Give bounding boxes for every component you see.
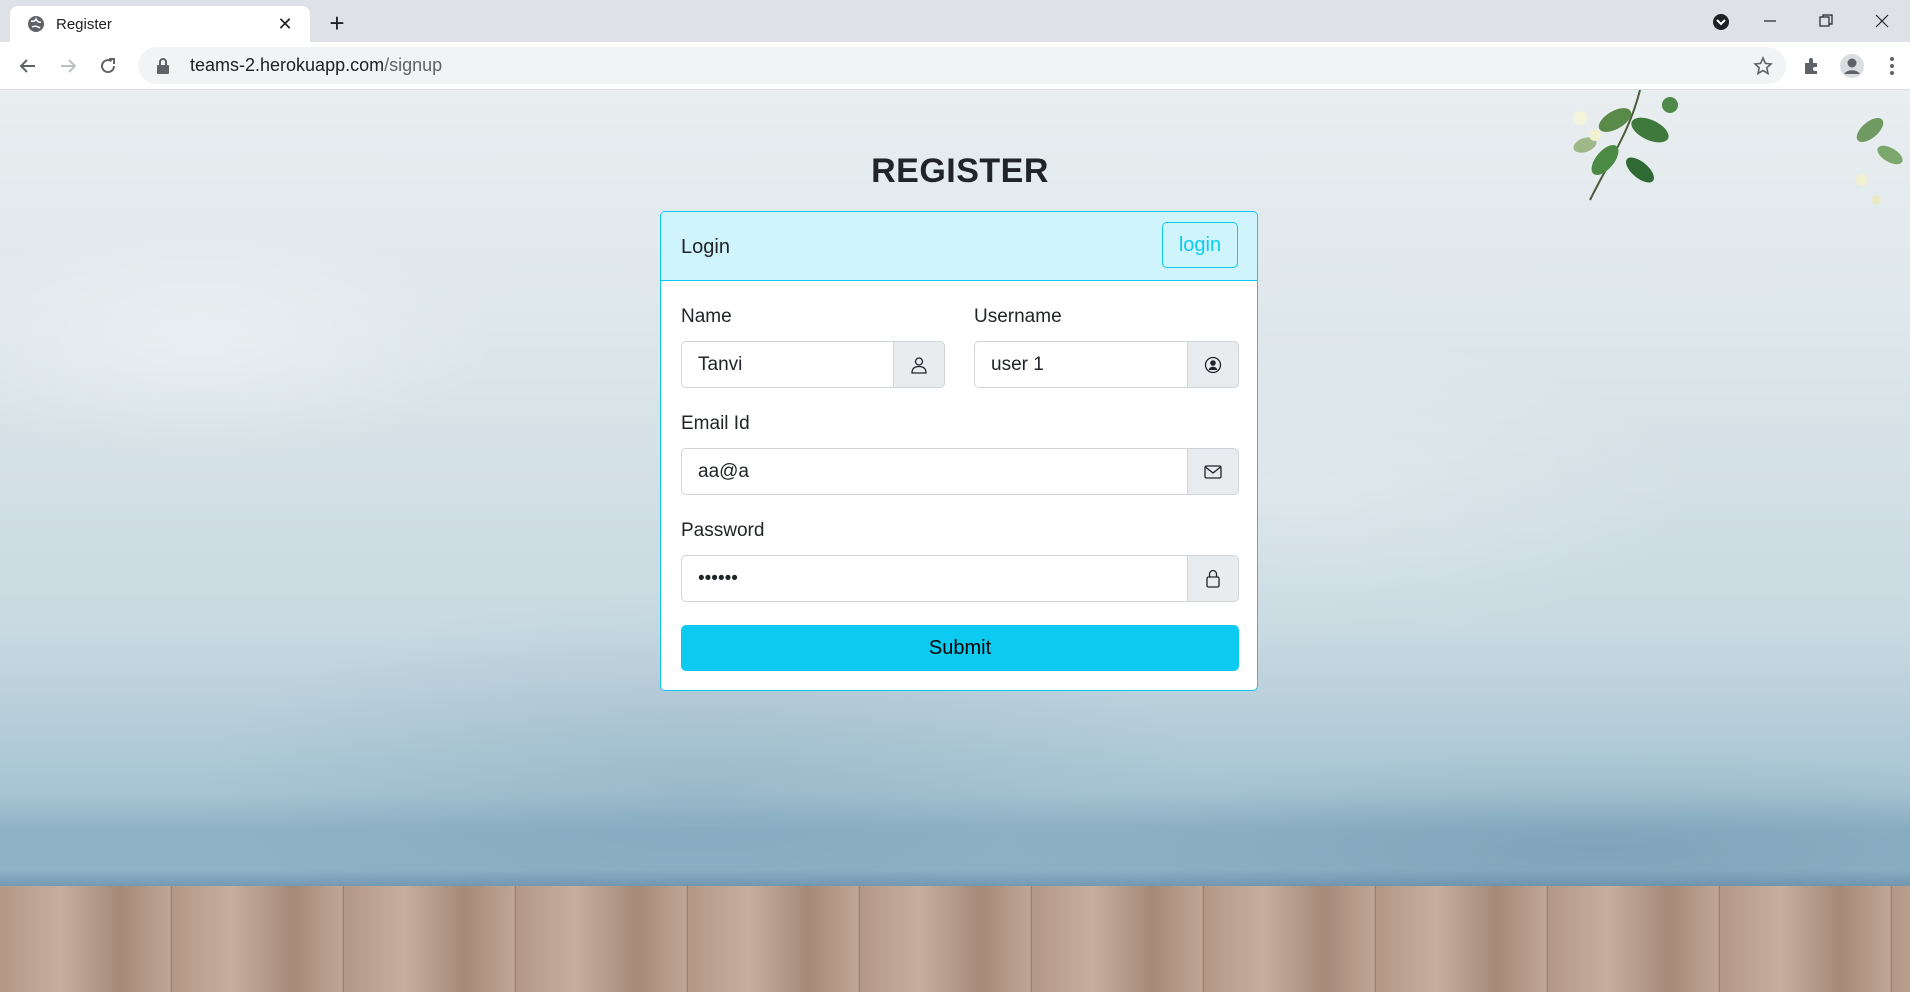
password-input[interactable]: •••••• <box>681 555 1187 602</box>
username-label: Username <box>974 306 1062 327</box>
page-title: REGISTER <box>871 152 1049 190</box>
lock-icon <box>156 57 172 74</box>
wooden-floor-background <box>0 886 1910 992</box>
envelope-icon <box>1187 448 1239 495</box>
password-input-group: •••••• <box>681 555 1239 602</box>
profile-avatar-icon[interactable] <box>1836 50 1868 82</box>
reload-icon[interactable] <box>92 50 124 82</box>
browser-tab[interactable]: Register ✕ <box>10 6 310 42</box>
password-label: Password <box>681 520 765 541</box>
restore-icon[interactable] <box>1798 0 1854 42</box>
email-input-group: aa@a <box>681 448 1239 495</box>
address-bar[interactable]: teams-2.herokuapp.com/signup <box>138 47 1786 84</box>
url-text: teams-2.herokuapp.com/signup <box>190 55 443 75</box>
lock-icon <box>1187 555 1239 602</box>
person-circle-icon <box>1187 341 1239 388</box>
close-window-icon[interactable] <box>1854 0 1910 42</box>
close-tab-icon[interactable]: ✕ <box>274 13 296 35</box>
person-icon <box>893 341 945 388</box>
minimize-icon[interactable] <box>1742 0 1798 42</box>
username-input-group: user 1 <box>974 341 1239 388</box>
bookmark-star-icon[interactable] <box>1752 55 1774 77</box>
extensions-puzzle-icon[interactable] <box>1796 50 1828 82</box>
card-header-title: Login <box>681 236 730 258</box>
login-button[interactable]: login <box>1162 222 1238 268</box>
name-input-group: Tanvi <box>681 341 945 388</box>
card-header: Login login <box>661 212 1257 281</box>
tab-title: Register <box>56 15 112 33</box>
globe-icon <box>26 14 46 34</box>
name-input[interactable]: Tanvi <box>681 341 893 388</box>
name-label: Name <box>681 306 732 327</box>
back-arrow-icon[interactable] <box>12 50 44 82</box>
register-card: Login login Name Tanvi Username user 1 E… <box>660 211 1258 691</box>
browser-tabstrip: Register ✕ + <box>0 0 1910 42</box>
username-input[interactable]: user 1 <box>974 341 1187 388</box>
page-viewport: REGISTER Login login Name Tanvi Username… <box>0 90 1910 992</box>
email-input[interactable]: aa@a <box>681 448 1187 495</box>
email-label: Email Id <box>681 413 750 434</box>
forward-arrow-icon[interactable] <box>52 50 84 82</box>
tab-search-icon[interactable] <box>1710 11 1732 33</box>
submit-button[interactable]: Submit <box>681 625 1239 671</box>
menu-kebab-icon[interactable] <box>1876 50 1908 82</box>
new-tab-button[interactable]: + <box>322 8 352 38</box>
browser-toolbar: teams-2.herokuapp.com/signup <box>0 42 1910 90</box>
